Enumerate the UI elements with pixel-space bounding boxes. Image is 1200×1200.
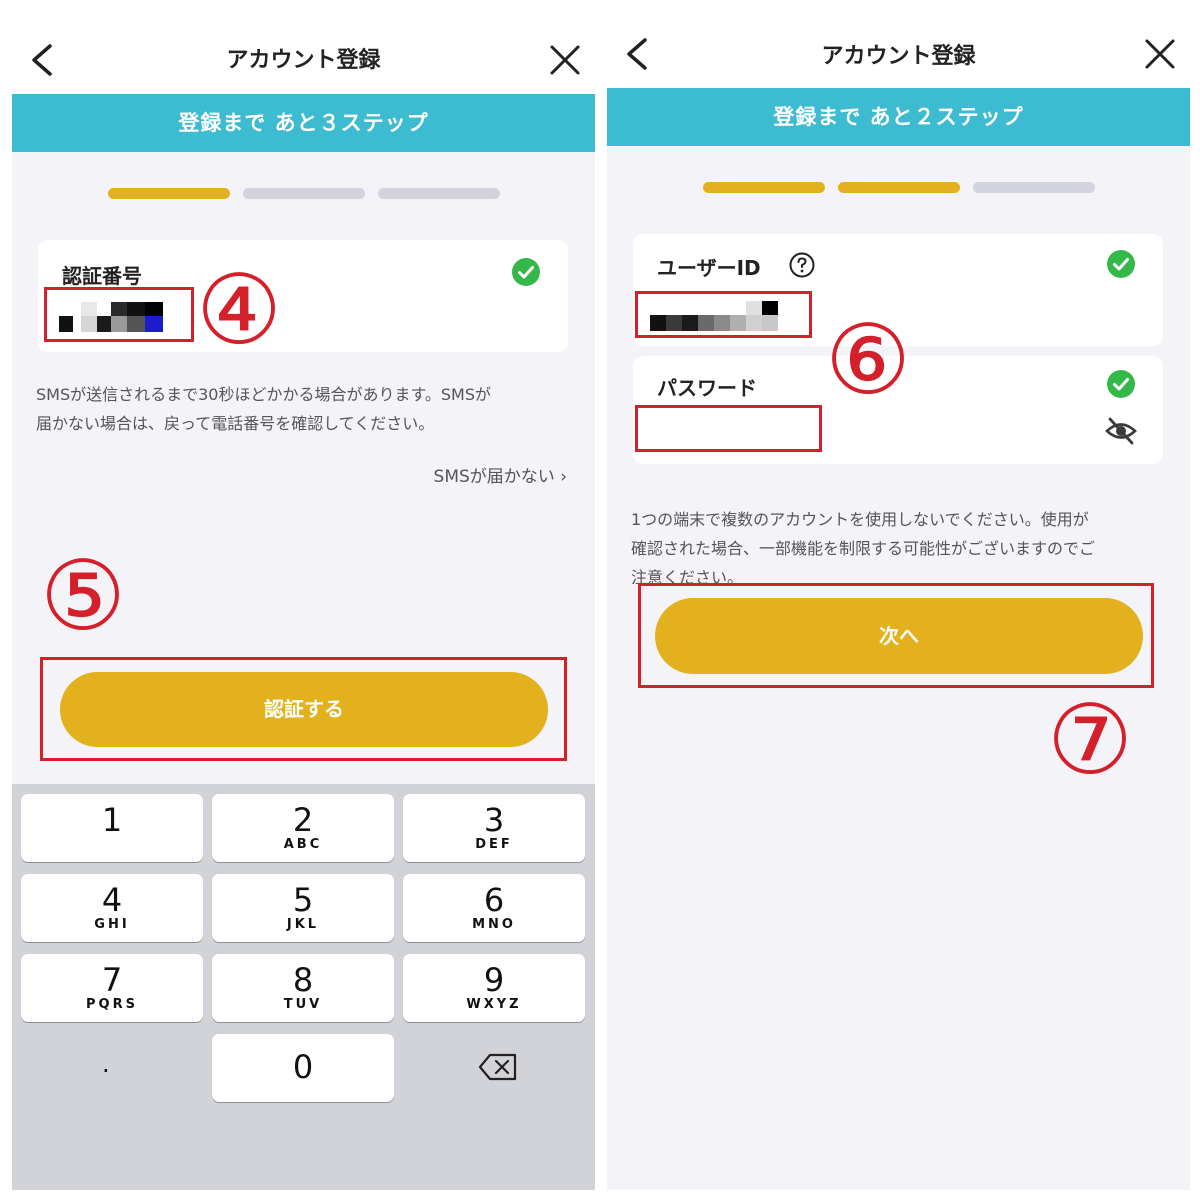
- progress-indicator: [108, 188, 500, 199]
- key-digit: 6: [483, 881, 505, 919]
- key-digit: 7: [101, 961, 123, 999]
- verify-button[interactable]: 認証する: [60, 672, 548, 747]
- key-4[interactable]: 4 GHI: [21, 874, 203, 942]
- verification-code-input[interactable]: [44, 287, 194, 342]
- progress-step-1: [703, 182, 825, 193]
- left-screen: アカウント登録 登録まで あと３ステップ 認証番号 ④ SMSが送信されるまで3…: [12, 0, 595, 1190]
- key-digit: 5: [292, 881, 314, 919]
- key-7[interactable]: 7 PQRS: [21, 954, 203, 1022]
- close-icon[interactable]: [1140, 34, 1180, 74]
- check-circle-icon: [1107, 370, 1135, 398]
- navigation-bar: アカウント登録: [12, 0, 595, 94]
- steps-remaining-banner: 登録まで あと２ステップ: [607, 88, 1190, 146]
- key-3[interactable]: 3 DEF: [403, 794, 585, 862]
- annotation-number-5: ⑤: [40, 540, 127, 652]
- key-letters: PQRS: [86, 997, 138, 1012]
- key-letters: JKL: [286, 917, 320, 932]
- progress-step-2: [243, 188, 365, 199]
- key-1[interactable]: 1: [21, 794, 203, 862]
- check-circle-icon: [512, 258, 540, 286]
- progress-step-3: [973, 182, 1095, 193]
- right-screen: アカウント登録 登録まで あと２ステップ ユーザーID パスワード ⑥ 1つの端…: [607, 0, 1190, 1190]
- numeric-keypad: 1 2 ABC 3 DEF 4 GHI 5 JKL 6 MNO 7 PQRS 8: [12, 784, 595, 1190]
- annotation-highlight-box: [638, 583, 1154, 688]
- key-digit: 4: [101, 881, 123, 919]
- sms-delay-notice: SMSが送信されるまで30秒ほどかかる場合があります。SMSが 届かない場合は、…: [36, 380, 576, 438]
- eye-slash-icon[interactable]: [1104, 416, 1138, 446]
- annotation-number-4: ④: [196, 254, 283, 366]
- key-6[interactable]: 6 MNO: [403, 874, 585, 942]
- key-digit: 3: [483, 801, 505, 839]
- close-icon[interactable]: [545, 40, 585, 80]
- key-digit: 1: [101, 801, 123, 839]
- key-dot[interactable]: .: [102, 1050, 110, 1078]
- notice-line: SMSが送信されるまで30秒ほどかかる場合があります。SMSが: [36, 385, 491, 404]
- navigation-bar: アカウント登録: [607, 0, 1190, 88]
- key-digit: 8: [292, 961, 314, 999]
- annotation-number-7: ⑦: [1047, 684, 1134, 796]
- password-label: パスワード: [657, 376, 757, 400]
- notice-line: 確認された場合、一部機能を制限する可能性がございますのでご: [631, 539, 1096, 558]
- key-8[interactable]: 8 TUV: [212, 954, 394, 1022]
- key-letters: MNO: [472, 917, 516, 932]
- page-title: アカウント登録: [226, 48, 381, 73]
- multiple-account-notice: 1つの端末で複数のアカウントを使用しないでください。使用が 確認された場合、一部…: [631, 505, 1176, 592]
- key-letters: GHI: [94, 917, 130, 932]
- key-2[interactable]: 2 ABC: [212, 794, 394, 862]
- password-input[interactable]: [635, 405, 822, 452]
- key-digit: 2: [292, 801, 314, 839]
- key-9[interactable]: 9 WXYZ: [403, 954, 585, 1022]
- notice-line: 1つの端末で複数のアカウントを使用しないでください。使用が: [631, 510, 1089, 529]
- notice-line: 届かない場合は、戻って電話番号を確認してください。: [36, 414, 435, 433]
- steps-remaining-banner: 登録まで あと３ステップ: [12, 94, 595, 152]
- help-circle-icon[interactable]: [789, 252, 815, 278]
- page-title: アカウント登録: [821, 44, 976, 69]
- verification-code-label: 認証番号: [62, 264, 142, 288]
- key-digit: 0: [292, 1048, 314, 1086]
- annotation-number-6: ⑥: [825, 304, 912, 416]
- key-letters: TUV: [283, 997, 323, 1012]
- key-letters: ABC: [283, 837, 323, 852]
- backspace-icon[interactable]: [478, 1052, 518, 1082]
- userid-label: ユーザーID: [657, 256, 761, 280]
- key-digit: 9: [483, 961, 505, 999]
- key-letters: DEF: [475, 837, 513, 852]
- userid-input[interactable]: [635, 291, 812, 338]
- progress-step-3: [378, 188, 500, 199]
- progress-step-1: [108, 188, 230, 199]
- sms-not-received-link[interactable]: SMSが届かない ›: [434, 462, 567, 487]
- check-circle-icon: [1107, 250, 1135, 278]
- key-letters: WXYZ: [466, 997, 522, 1012]
- key-0[interactable]: 0: [212, 1034, 394, 1102]
- key-5[interactable]: 5 JKL: [212, 874, 394, 942]
- progress-indicator: [703, 182, 1095, 193]
- progress-step-2: [838, 182, 960, 193]
